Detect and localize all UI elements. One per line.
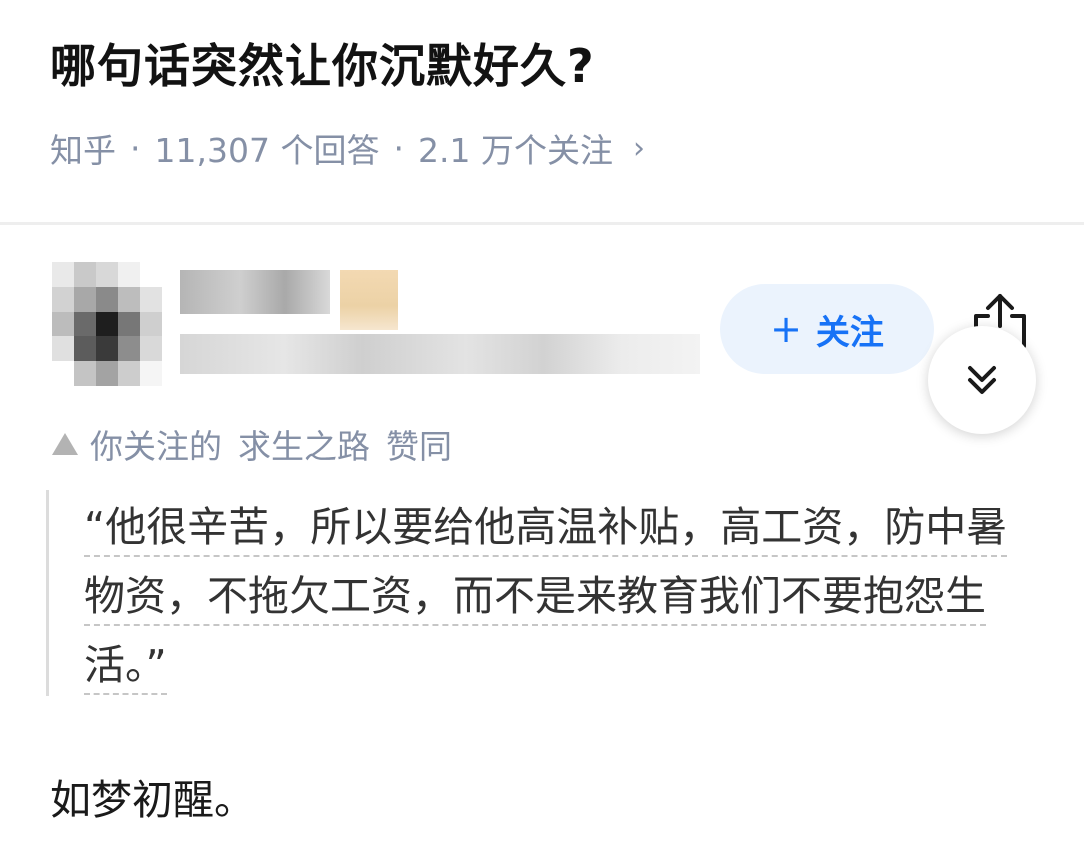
author-name-redacted[interactable] — [180, 270, 330, 314]
separator-dot: · — [130, 128, 141, 168]
triangle-up-icon — [52, 433, 78, 455]
plus-icon: + — [770, 307, 802, 351]
voter-name[interactable]: 求生之路 — [238, 420, 370, 468]
author-badge-redacted — [340, 270, 398, 330]
follower-count: 2.1 万个关注 — [417, 131, 613, 170]
answer-quote: “他很辛苦，所以要给他高温补贴，高工资，防中暑物资，不拖欠工资，而不是来教育我们… — [84, 493, 1014, 700]
follow-button[interactable]: + 关注 — [720, 284, 934, 374]
divider — [0, 222, 1084, 225]
answer-count: 11,307 个回答 — [154, 131, 380, 170]
chevron-right-icon: › — [632, 130, 645, 166]
answer-conclusion: 如梦初醒。 — [50, 776, 255, 824]
answer-quote-text: “他很辛苦，所以要给他高温补贴，高工资，防中暑物资，不拖欠工资，而不是来教育我们… — [84, 503, 1008, 695]
question-title[interactable]: 哪句话突然让你沉默好久? — [50, 30, 595, 96]
voter-prefix: 你关注的 — [90, 427, 222, 466]
blockquote-bar — [46, 490, 49, 696]
question-meta[interactable]: 知乎 · 11,307 个回答 · 2.1 万个关注 › — [50, 124, 645, 172]
avatar[interactable] — [52, 262, 162, 386]
author-bio-redacted — [180, 334, 700, 374]
follow-label: 关注 — [815, 312, 884, 353]
voter-line: 你关注的 求生之路 赞同 — [50, 420, 452, 468]
collapse-button[interactable] — [928, 326, 1036, 434]
separator-dot: · — [393, 128, 404, 168]
voter-action: 赞同 — [386, 427, 452, 466]
source-label: 知乎 — [50, 131, 116, 170]
double-chevron-down-icon — [968, 366, 996, 394]
